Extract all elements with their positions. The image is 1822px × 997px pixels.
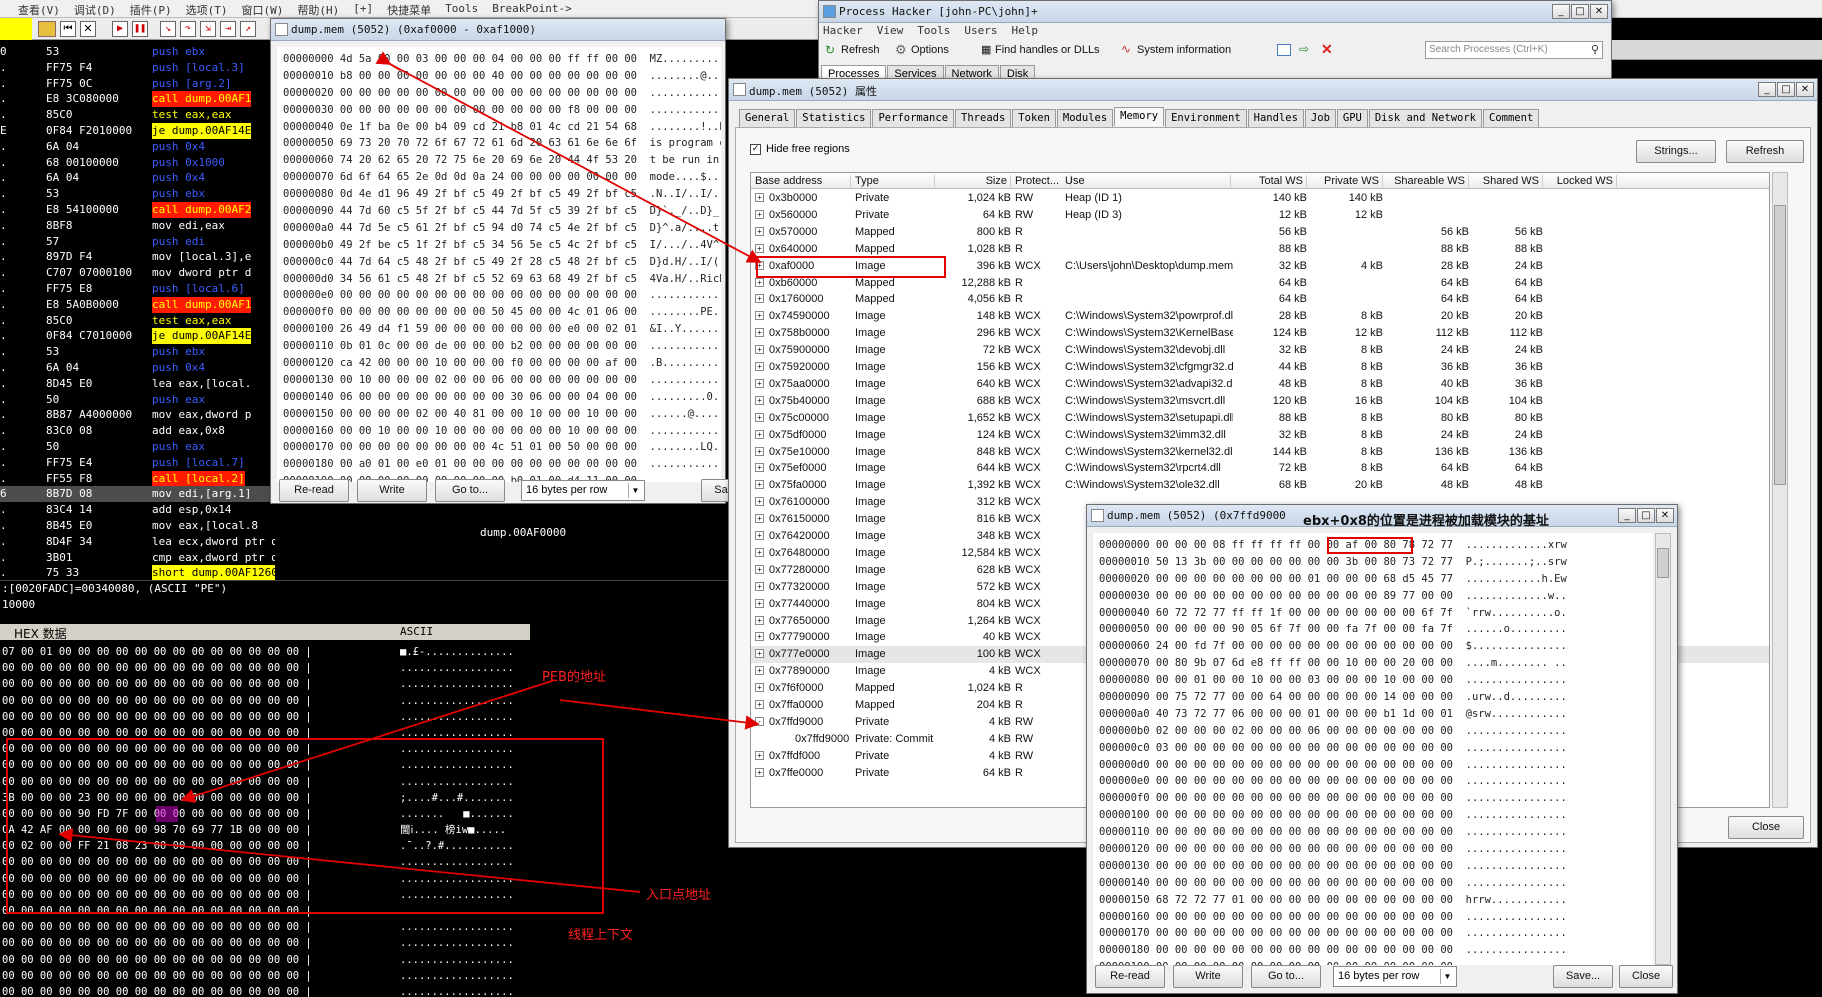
annotation-arrows <box>58 51 762 893</box>
